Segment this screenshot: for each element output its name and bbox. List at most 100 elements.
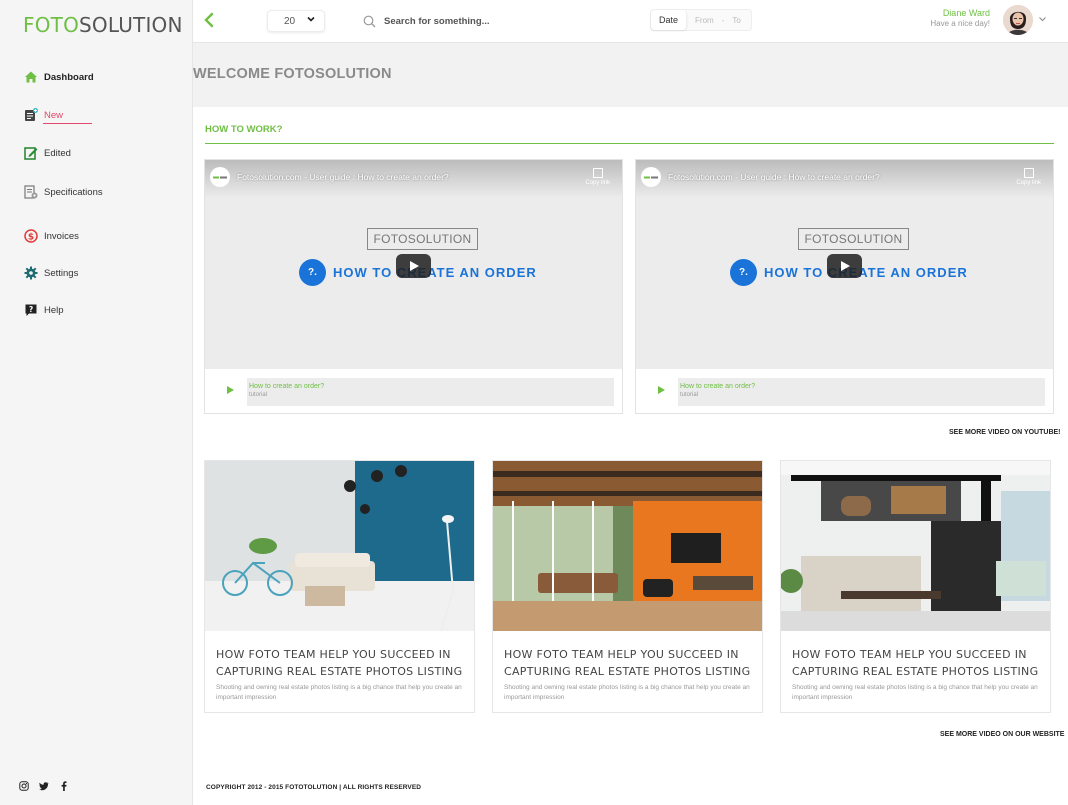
blog-card[interactable]: HOW FOTO TEAM HELP YOU SUCCEED IN CAPTUR…: [204, 460, 475, 713]
see-more-youtube-link[interactable]: SEE MORE VIDEO ON YOUTUBE!: [949, 429, 1061, 436]
playlist-entry-title: How to create an order?: [680, 383, 756, 390]
edit-icon: [24, 147, 38, 160]
blog-description: Shooting and owning real estate photos l…: [504, 684, 750, 701]
logo-part-solution: SOLUTION: [79, 13, 183, 37]
video-card: Fotosolution.com - User guide : How to c…: [635, 159, 1054, 414]
copy-link-button[interactable]: Copy link: [1016, 168, 1041, 186]
active-underline: [43, 123, 92, 124]
blog-card[interactable]: HOW FOTO TEAM HELP YOU SUCCEED IN CAPTUR…: [780, 460, 1051, 713]
instagram-icon[interactable]: [19, 781, 29, 791]
section-title-how-to: HOW TO WORK?: [205, 124, 283, 135]
play-icon[interactable]: [227, 386, 234, 394]
channel-logo[interactable]: [641, 167, 661, 187]
date-from-input[interactable]: From: [695, 16, 714, 25]
playlist-entry[interactable]: How to create an order? tutorial: [247, 378, 614, 406]
twitter-icon[interactable]: [39, 781, 49, 791]
logo-part-foto: FOTO: [23, 13, 80, 37]
sidebar-item-label: Edited: [44, 147, 71, 159]
video-brand: FOTOSOLUTION: [798, 228, 909, 250]
blog-description: Shooting and owning real estate photos l…: [792, 684, 1038, 701]
sidebar-item-settings[interactable]: Settings: [24, 264, 78, 282]
per-page-select[interactable]: 20: [267, 10, 325, 32]
user-menu-chevron-icon[interactable]: [1039, 15, 1046, 24]
playlist-entry[interactable]: How to create an order? tutorial: [678, 378, 1045, 406]
gear-icon: [24, 266, 38, 280]
page-title: WELCOME FOTOSOLUTION: [193, 66, 392, 82]
playlist-entry-title: How to create an order?: [249, 383, 325, 390]
sidebar-item-label: Dashboard: [44, 71, 94, 83]
copy-link-button[interactable]: Copy link: [585, 168, 610, 186]
sidebar-item-dashboard[interactable]: Dashboard: [24, 68, 94, 86]
date-separator: -: [721, 15, 725, 25]
sidebar-item-specifications[interactable]: Specifications: [24, 183, 103, 201]
video-player[interactable]: Fotosolution.com - User guide : How to c…: [205, 160, 622, 369]
sidebar-item-help[interactable]: ? Help: [24, 301, 64, 319]
home-icon: [25, 71, 37, 83]
video-headline-text: HOW TO CREATE AN ORDER: [764, 265, 968, 280]
video-card: Fotosolution.com - User guide : How to c…: [204, 159, 623, 414]
video-playlist-item: How to create an order? tutorial: [205, 369, 622, 413]
back-button[interactable]: [203, 12, 219, 30]
blog-description: Shooting and owning real estate photos l…: [216, 684, 462, 701]
new-order-icon: [25, 108, 38, 121]
chevron-left-icon: [204, 12, 214, 28]
channel-logo[interactable]: [210, 167, 230, 187]
search-input[interactable]: [384, 15, 624, 27]
topbar: 20 Date From - To Diane Ward Have a nice…: [193, 0, 1068, 43]
user-info: Diane Ward Have a nice day!: [928, 8, 990, 28]
logo[interactable]: FOTOSOLUTION: [23, 13, 183, 37]
sidebar-item-label: Invoices: [44, 230, 79, 242]
help-icon: ?: [25, 304, 37, 316]
blog-title[interactable]: HOW FOTO TEAM HELP YOU SUCCEED IN CAPTUR…: [792, 646, 1042, 680]
copy-link-label: Copy link: [585, 180, 610, 186]
invoice-icon: $: [24, 229, 38, 243]
search-icon: [363, 15, 376, 27]
blog-image[interactable]: [205, 461, 474, 631]
copy-link-label: Copy link: [1016, 180, 1041, 186]
video-brand: FOTOSOLUTION: [367, 228, 478, 250]
video-headline-text: HOW TO CREATE AN ORDER: [333, 265, 537, 280]
search-bar: [363, 10, 633, 32]
svg-text:?: ?: [29, 305, 33, 314]
user-greeting: Have a nice day!: [930, 19, 990, 28]
blog-image[interactable]: [493, 461, 762, 631]
sidebar-item-invoices[interactable]: $ Invoices: [24, 227, 79, 245]
sidebar-item-new[interactable]: New: [24, 106, 63, 124]
avatar[interactable]: [1003, 5, 1033, 35]
sidebar-item-edited[interactable]: Edited: [24, 144, 71, 162]
specifications-icon: [24, 185, 38, 199]
sidebar-item-label: New: [44, 109, 64, 121]
copyright: COPYRIGHT 2012 - 2015 FOTOTOLUTION | ALL…: [206, 784, 422, 791]
see-more-website-link[interactable]: SEE MORE VIDEO ON OUR WEBSITE: [940, 731, 1064, 738]
sidebar-item-label: Help: [44, 304, 64, 316]
sidebar-item-label: Specifications: [44, 186, 103, 198]
svg-text:$: $: [28, 232, 34, 242]
play-icon[interactable]: [658, 386, 665, 394]
social-links: [19, 781, 69, 791]
play-button[interactable]: [396, 254, 431, 278]
section-divider: [205, 143, 1054, 144]
blog-image[interactable]: [781, 461, 1050, 631]
date-label[interactable]: Date: [651, 10, 688, 30]
play-button[interactable]: [827, 254, 862, 278]
main-panel: HOW TO WORK? Fotosolution.com - User gui…: [193, 107, 1068, 805]
video-player[interactable]: Fotosolution.com - User guide : How to c…: [636, 160, 1053, 369]
sidebar: FOTOSOLUTION Dashboard New Edited Specif…: [0, 0, 193, 805]
user-name: Diane Ward: [942, 8, 990, 18]
playlist-entry-tag: tutorial: [249, 392, 268, 398]
sidebar-item-label: Settings: [44, 267, 79, 279]
video-badge: ?.: [299, 259, 326, 286]
video-title[interactable]: Fotosolution.com - User guide : How to c…: [237, 172, 449, 182]
date-to-input[interactable]: To: [732, 16, 740, 25]
video-badge: ?.: [730, 259, 757, 286]
chevron-down-icon: [307, 15, 315, 26]
copy-icon: [592, 168, 603, 178]
video-playlist-item: How to create an order? tutorial: [636, 369, 1053, 413]
date-filter: Date From - To: [650, 9, 752, 31]
per-page-value: 20: [284, 15, 296, 27]
blog-title[interactable]: HOW FOTO TEAM HELP YOU SUCCEED IN CAPTUR…: [216, 646, 466, 680]
blog-card[interactable]: HOW FOTO TEAM HELP YOU SUCCEED IN CAPTUR…: [492, 460, 763, 713]
facebook-icon[interactable]: [59, 781, 69, 791]
blog-title[interactable]: HOW FOTO TEAM HELP YOU SUCCEED IN CAPTUR…: [504, 646, 754, 680]
video-title[interactable]: Fotosolution.com - User guide : How to c…: [668, 172, 880, 182]
